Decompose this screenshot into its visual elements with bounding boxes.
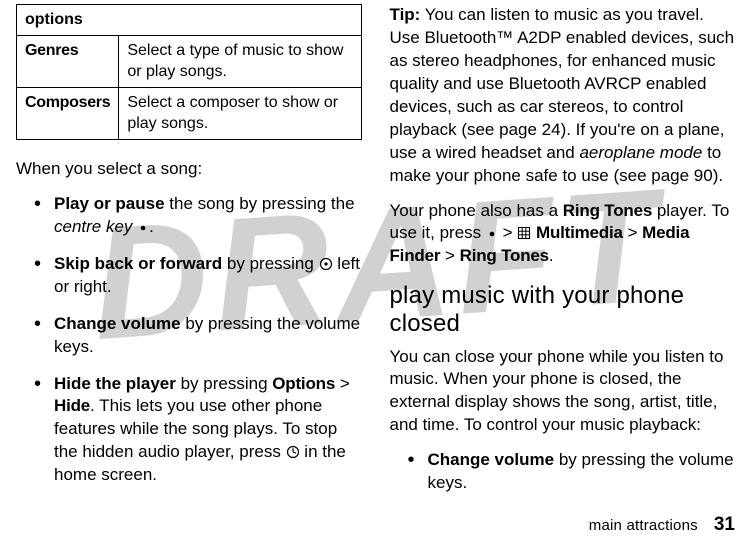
options-table: options Genres Select a type of music to… (16, 4, 362, 140)
hide-label: Hide (54, 396, 90, 415)
row-desc-genres: Select a type of music to show or play s… (119, 35, 361, 87)
right-column: Tip: You can listen to music as you trav… (390, 4, 736, 509)
row-label-genres: Genres (17, 35, 119, 87)
ring-tones-label: Ring Tones (563, 201, 652, 220)
bullet-strong: Change volume (54, 314, 181, 333)
closed-phone-paragraph: You can close your phone while you liste… (390, 346, 736, 438)
options-label: Options (272, 374, 335, 393)
footer-section: main attractions (589, 517, 698, 534)
list-item: Play or pause the song by pressing the c… (38, 193, 362, 239)
page-footer: main attractions 31 (589, 512, 735, 538)
section-heading: play music with your phone closed (390, 282, 736, 337)
tip-label: Tip: (390, 5, 421, 24)
list-item: Change volume by pressing the volume key… (38, 313, 362, 359)
bullet-italic: centre key (54, 217, 132, 236)
gt: > (440, 246, 459, 265)
bullet-text: . (149, 217, 154, 236)
footer-page-number: 31 (714, 514, 735, 535)
bullet-text: by pressing (222, 254, 318, 273)
gt: > (623, 223, 642, 242)
bullet-text: the song by pressing the (165, 194, 355, 213)
bullet-strong: Change volume (428, 450, 555, 469)
multimedia-label: Multimedia (536, 223, 623, 242)
tip-body: You can listen to music as you travel. U… (390, 5, 735, 162)
gt: > (335, 374, 350, 393)
tip-paragraph: Tip: You can listen to music as you trav… (390, 4, 736, 188)
table-header: options (17, 5, 362, 36)
bullet-strong: Hide the player (54, 374, 176, 393)
clock-key-icon (286, 445, 300, 459)
bullet-list-left: Play or pause the song by pressing the c… (38, 193, 362, 487)
centre-key-icon (137, 222, 149, 234)
bullet-strong: Skip back or forward (54, 254, 222, 273)
list-item: Change volume by pressing the volume key… (412, 449, 736, 495)
row-desc-composers: Select a composer to show or play songs. (119, 87, 361, 139)
multimedia-icon (517, 226, 531, 240)
left-column: options Genres Select a type of music to… (16, 4, 362, 509)
nav-key-icon (319, 257, 333, 271)
bullet-text: by pressing (176, 374, 272, 393)
list-item: Skip back or forward by pressing left or… (38, 253, 362, 299)
table-row: Composers Select a composer to show or p… (17, 87, 362, 139)
para-text: Your phone also has a (390, 201, 563, 220)
table-header-row: options (17, 5, 362, 36)
bullet-strong: Play or pause (54, 194, 165, 213)
ring-tones-label: Ring Tones (460, 246, 549, 265)
table-row: Genres Select a type of music to show or… (17, 35, 362, 87)
centre-key-icon (486, 228, 498, 240)
tip-italic: aeroplane mode (579, 143, 702, 162)
para-text: . (549, 246, 554, 265)
content-columns: options Genres Select a type of music to… (0, 0, 755, 509)
ringtones-paragraph: Your phone also has a Ring Tones player.… (390, 200, 736, 269)
row-label-composers: Composers (17, 87, 119, 139)
bullet-list-right: Change volume by pressing the volume key… (412, 449, 736, 495)
gt: > (498, 223, 517, 242)
list-item: Hide the player by pressing Options > Hi… (38, 373, 362, 488)
lead-text: When you select a song: (16, 158, 362, 181)
